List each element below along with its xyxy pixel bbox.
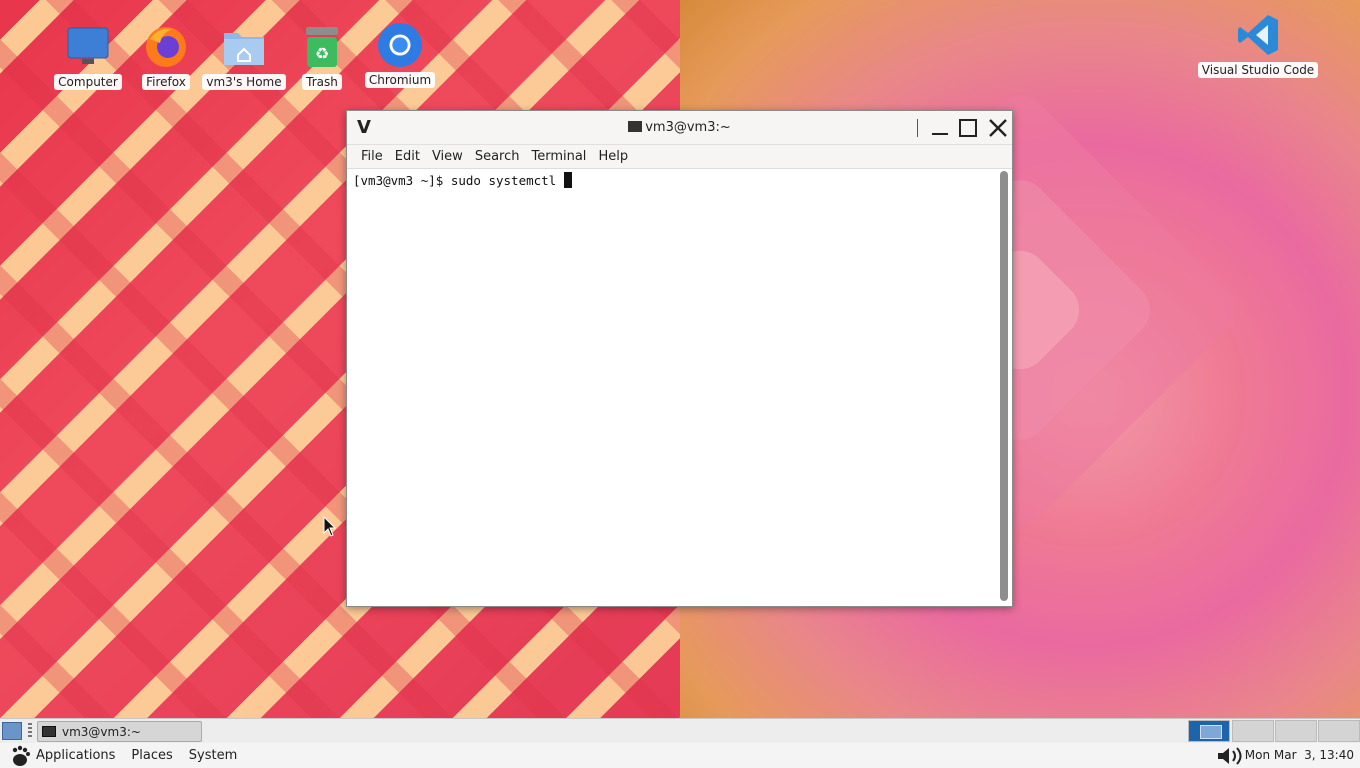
titlebar-separator bbox=[917, 119, 918, 137]
gnome-foot-icon bbox=[12, 745, 30, 766]
terminal-command: sudo systemctl bbox=[450, 173, 564, 188]
minimize-icon bbox=[932, 133, 948, 135]
workspace-1[interactable] bbox=[1188, 720, 1230, 742]
terminal-window[interactable]: V vm3@vm3:~ File Edit View Search Termin… bbox=[346, 110, 1013, 607]
scrollbar[interactable] bbox=[1000, 171, 1008, 601]
volume-icon[interactable] bbox=[1216, 746, 1246, 766]
clock[interactable]: Mon Mar 3, 13:40 bbox=[1245, 748, 1354, 762]
menu-edit[interactable]: Edit bbox=[395, 149, 420, 164]
workspace-3[interactable] bbox=[1275, 720, 1317, 742]
applications-menu[interactable]: Applications bbox=[36, 748, 115, 763]
menu-terminal[interactable]: Terminal bbox=[531, 149, 586, 164]
desktop-icon-label: Trash bbox=[302, 74, 342, 90]
desktop-icon-trash[interactable]: ♻ Trash bbox=[282, 24, 362, 90]
places-menu[interactable]: Places bbox=[131, 748, 172, 763]
window-title-text: vm3@vm3:~ bbox=[645, 120, 731, 135]
maximize-button[interactable] bbox=[955, 115, 981, 141]
workspace-2[interactable] bbox=[1232, 720, 1274, 742]
minimize-button[interactable] bbox=[927, 115, 953, 141]
chromium-icon bbox=[377, 22, 423, 68]
desktop-icon-label: Firefox bbox=[142, 74, 190, 90]
terminal-icon bbox=[42, 726, 56, 737]
desktop-icon-home[interactable]: vm3's Home bbox=[202, 24, 286, 90]
main-panel: Applications Places System Mon Mar 3, 13… bbox=[0, 743, 1360, 768]
computer-icon bbox=[65, 24, 111, 70]
terminal-icon bbox=[628, 121, 643, 132]
svg-text:♻: ♻ bbox=[315, 44, 329, 63]
panel-grip[interactable] bbox=[28, 723, 32, 739]
desktop-icon-label: Chromium bbox=[364, 72, 436, 88]
taskbar-item-label: vm3@vm3:~ bbox=[62, 724, 141, 739]
firefox-icon bbox=[143, 24, 189, 70]
mouse-pointer-icon bbox=[323, 516, 337, 537]
close-button[interactable] bbox=[985, 115, 1011, 141]
home-folder-icon bbox=[221, 24, 267, 70]
window-titlebar[interactable]: V vm3@vm3:~ bbox=[347, 111, 1012, 145]
desktop-icon-vscode[interactable]: Visual Studio Code bbox=[1197, 12, 1319, 78]
show-desktop-button[interactable] bbox=[2, 722, 22, 740]
desktop-icon-firefox[interactable]: Firefox bbox=[126, 24, 206, 90]
vscode-icon bbox=[1235, 12, 1281, 58]
terminal-output[interactable]: [vm3@vm3 ~]$ sudo systemctl bbox=[347, 169, 996, 606]
scrollbar-thumb[interactable] bbox=[1000, 171, 1008, 601]
desktop-icon-label: Computer bbox=[54, 74, 122, 90]
desktop-icon-label: Visual Studio Code bbox=[1197, 62, 1319, 78]
text-cursor bbox=[563, 172, 572, 188]
window-list-panel: vm3@vm3:~ bbox=[0, 718, 1360, 743]
workspace-4[interactable] bbox=[1318, 720, 1360, 742]
close-icon bbox=[989, 119, 1007, 137]
maximize-icon bbox=[959, 119, 977, 137]
menu-help[interactable]: Help bbox=[598, 149, 628, 164]
desktop-icon-label: vm3's Home bbox=[202, 74, 286, 90]
menu-view[interactable]: View bbox=[432, 149, 463, 164]
desktop-icon-chromium[interactable]: Chromium bbox=[360, 22, 440, 88]
window-title: vm3@vm3:~ bbox=[347, 120, 1012, 135]
taskbar-item-terminal[interactable]: vm3@vm3:~ bbox=[37, 721, 202, 742]
menu-search[interactable]: Search bbox=[475, 149, 520, 164]
desktop-icon-computer[interactable]: Computer bbox=[48, 24, 128, 90]
trash-icon: ♻ bbox=[299, 24, 345, 70]
menu-file[interactable]: File bbox=[361, 149, 383, 164]
system-menu[interactable]: System bbox=[189, 748, 237, 763]
terminal-prompt: [vm3@vm3 ~]$ bbox=[353, 173, 451, 188]
menubar: File Edit View Search Terminal Help bbox=[347, 145, 1012, 169]
